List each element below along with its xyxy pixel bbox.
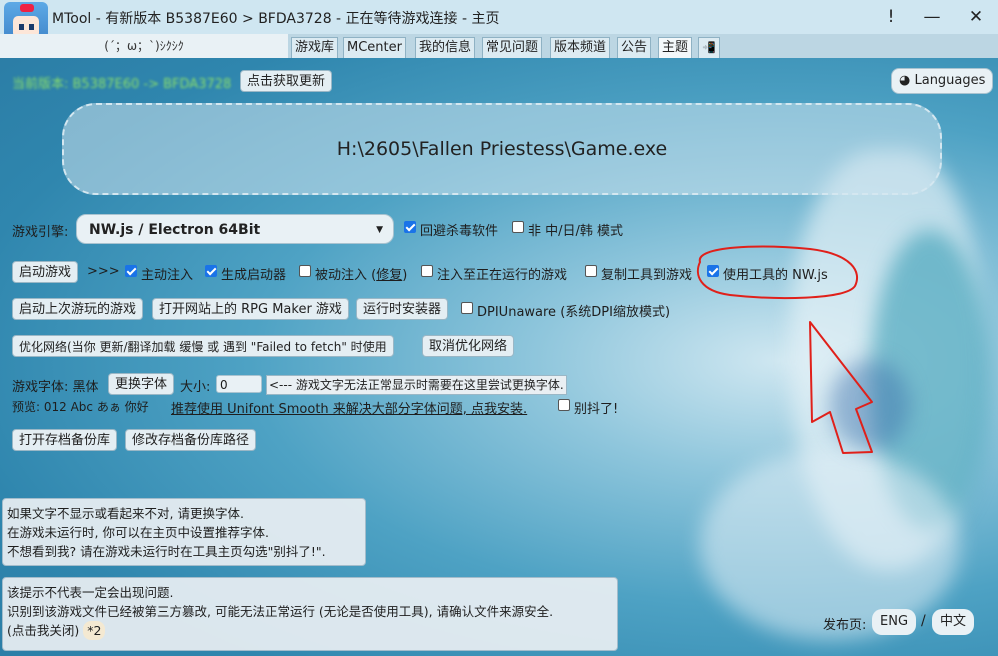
tab-mobile-icon[interactable]: 📲 xyxy=(698,37,720,58)
active-inject-checkbox[interactable] xyxy=(125,265,137,277)
close-notice-text[interactable]: (点击我关闭) xyxy=(7,623,79,638)
dpi-unaware-checkbox[interactable] xyxy=(461,302,473,314)
release-eng-button[interactable]: ENG xyxy=(872,609,917,635)
non-cjk-mode-checkbox[interactable] xyxy=(512,221,524,233)
notice-line: 不想看到我? 请在游戏未运行时在工具主页勾选"别抖了!". xyxy=(7,544,326,559)
tab-version-channel[interactable]: 版本频道 xyxy=(550,37,611,58)
stop-shaking-label: 别抖了! xyxy=(574,402,619,417)
font-preview-text: 预览: 012 Abc あぁ 你好 xyxy=(12,400,149,414)
version-text: 当前版本: B5387E60 -> BFDA3728 xyxy=(12,77,232,92)
font-size-input[interactable]: 0 xyxy=(216,375,262,393)
dpi-unaware-label: DPIUnaware (系统DPI缩放模式) xyxy=(477,305,671,320)
tab-theme[interactable]: 主题 xyxy=(658,37,693,58)
use-tool-nwjs-label: 使用工具的 NW.js xyxy=(723,268,828,283)
generate-launcher-checkbox[interactable] xyxy=(205,265,217,277)
engine-select[interactable]: NW.js / Electron 64Bit ▼ xyxy=(76,214,394,244)
release-page-label: 发布页: xyxy=(823,618,867,633)
close-button[interactable]: ✕ xyxy=(961,4,991,30)
globe-icon: ◕ xyxy=(899,73,911,88)
background-figure xyxy=(700,450,960,640)
notice-line: 在游戏未运行时, 你可以在主页中设置推荐字体. xyxy=(7,525,269,540)
modify-save-path-button[interactable]: 修改存档备份库路径 xyxy=(125,429,257,451)
minimize-button[interactable]: — xyxy=(917,4,947,30)
notice-line: 识别到该游戏文件已经被第三方篡改, 可能无法正常运行 (无论是否使用工具), 请… xyxy=(7,604,554,619)
tamper-notice-popup[interactable]: 该提示不代表一定会出现问题. 识别到该游戏文件已经被第三方篡改, 可能无法正常运… xyxy=(2,577,618,651)
alert-icon[interactable]: ! xyxy=(876,4,906,30)
launch-last-game-button[interactable]: 启动上次游玩的游戏 xyxy=(12,298,144,320)
unifont-install-link[interactable]: 推荐使用 Unifont Smooth 来解决大部分字体问题, 点我安装. xyxy=(171,398,527,417)
copy-tool-checkbox[interactable] xyxy=(585,265,597,277)
font-size-label: 大小: xyxy=(180,380,211,395)
inject-running-checkbox[interactable] xyxy=(421,265,433,277)
languages-button[interactable]: ◕ Languages xyxy=(891,68,994,94)
game-font-label: 游戏字体: 黑体 xyxy=(12,380,99,395)
notice-line: 该提示不代表一定会出现问题. xyxy=(7,585,174,600)
optimize-network-button[interactable]: 优化网络(当你 更新/翻译加载 缓慢 或 遇到 "Failed to fetch… xyxy=(12,335,394,357)
passive-inject-label: 被动注入 (修复) xyxy=(315,268,408,283)
game-path-dropzone[interactable]: H:\2605\Fallen Priestess\Game.exe xyxy=(62,103,942,195)
background-figure xyxy=(870,230,990,530)
tab-my-info[interactable]: 我的信息 xyxy=(415,37,476,58)
tab-game-library[interactable]: 游戏库 xyxy=(291,37,339,58)
count-badge: *2 xyxy=(83,621,106,640)
active-inject-label: 主动注入 xyxy=(141,268,194,283)
repair-link[interactable]: 修复 xyxy=(376,268,402,283)
font-hint: <--- 游戏文字无法正常显示时需要在这里尝试更换字体. xyxy=(266,375,567,395)
engine-label: 游戏引擎: xyxy=(12,225,69,240)
tab-mcenter[interactable]: MCenter xyxy=(343,37,406,58)
tab-announcement[interactable]: 公告 xyxy=(617,37,652,58)
font-notice-popup[interactable]: 如果文字不显示或看起来不对, 请更换字体. 在游戏未运行时, 你可以在主页中设置… xyxy=(2,498,366,566)
chevron-down-icon: ▼ xyxy=(376,225,383,235)
start-game-button[interactable]: 启动游戏 xyxy=(12,261,79,283)
tab-faq[interactable]: 常见问题 xyxy=(482,37,543,58)
open-rpg-site-button[interactable]: 打开网站上的 RPG Maker 游戏 xyxy=(152,298,349,320)
inject-running-label: 注入至正在运行的游戏 xyxy=(437,268,568,283)
status-kaomoji: (´；ω；`)ｼｸｼｸ xyxy=(0,34,288,58)
use-tool-nwjs-checkbox[interactable] xyxy=(707,265,719,277)
arrows-text: >>> xyxy=(87,264,120,279)
copy-tool-label: 复制工具到游戏 xyxy=(601,268,693,283)
generate-launcher-label: 生成启动器 xyxy=(221,268,287,283)
release-zh-button[interactable]: 中文 xyxy=(932,609,975,635)
avoid-antivirus-label: 回避杀毒软件 xyxy=(420,224,499,239)
notice-line: 如果文字不显示或看起来不对, 请更换字体. xyxy=(7,506,244,521)
passive-inject-checkbox[interactable] xyxy=(299,265,311,277)
release-separator: / xyxy=(921,613,926,629)
window-title: MTool - 有新版本 B5387E60 > BFDA3728 - 正在等待游… xyxy=(52,11,500,27)
runtime-installer-button[interactable]: 运行时安装器 xyxy=(356,298,449,320)
annotation-arrow xyxy=(809,321,873,454)
stop-shaking-checkbox[interactable] xyxy=(558,399,570,411)
languages-label: Languages xyxy=(914,73,986,88)
get-update-button[interactable]: 点击获取更新 xyxy=(240,70,333,92)
open-save-backup-button[interactable]: 打开存档备份库 xyxy=(12,429,118,451)
background-figure xyxy=(830,360,910,450)
change-font-button[interactable]: 更换字体 xyxy=(108,373,175,395)
cancel-optimize-network-button[interactable]: 取消优化网络 xyxy=(422,335,515,357)
engine-value: NW.js / Electron 64Bit xyxy=(89,222,261,238)
background-figure xyxy=(790,150,980,570)
avoid-antivirus-checkbox[interactable] xyxy=(404,221,416,233)
non-cjk-mode-label: 非 中/日/韩 模式 xyxy=(528,224,624,239)
